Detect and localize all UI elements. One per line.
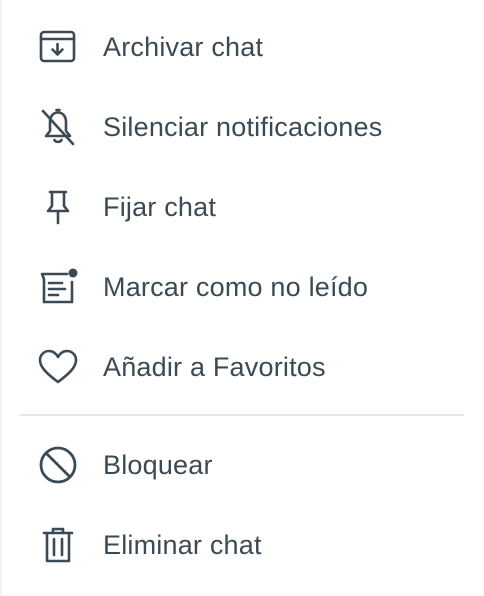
menu-item-label: Eliminar chat — [103, 529, 262, 560]
menu-divider — [20, 414, 464, 416]
menu-item-archive-chat[interactable]: Archivar chat — [0, 7, 484, 87]
block-icon — [36, 443, 80, 487]
menu-item-label: Bloquear — [103, 449, 213, 480]
menu-item-label: Marcar como no leído — [103, 271, 369, 302]
menu-item-mark-unread[interactable]: Marcar como no leído — [0, 247, 484, 327]
menu-item-label: Silenciar notificaciones — [103, 111, 383, 142]
mark-unread-icon — [36, 265, 80, 309]
bell-off-icon — [36, 105, 80, 149]
archive-icon — [36, 25, 80, 69]
trash-icon — [36, 523, 80, 567]
menu-item-label: Añadir a Favoritos — [103, 351, 326, 382]
menu-item-add-favorites[interactable]: Añadir a Favoritos — [0, 327, 484, 407]
menu-item-pin-chat[interactable]: Fijar chat — [0, 167, 484, 247]
pin-icon — [36, 185, 80, 229]
menu-item-label: Archivar chat — [103, 31, 264, 62]
menu-item-block[interactable]: Bloquear — [0, 425, 484, 505]
menu-item-delete-chat[interactable]: Eliminar chat — [0, 505, 484, 585]
chat-context-menu: Archivar chat Silenciar notificaciones F… — [0, 0, 484, 596]
heart-icon — [36, 345, 80, 389]
menu-item-label: Fijar chat — [103, 191, 217, 222]
menu-item-mute-notifications[interactable]: Silenciar notificaciones — [0, 87, 484, 167]
